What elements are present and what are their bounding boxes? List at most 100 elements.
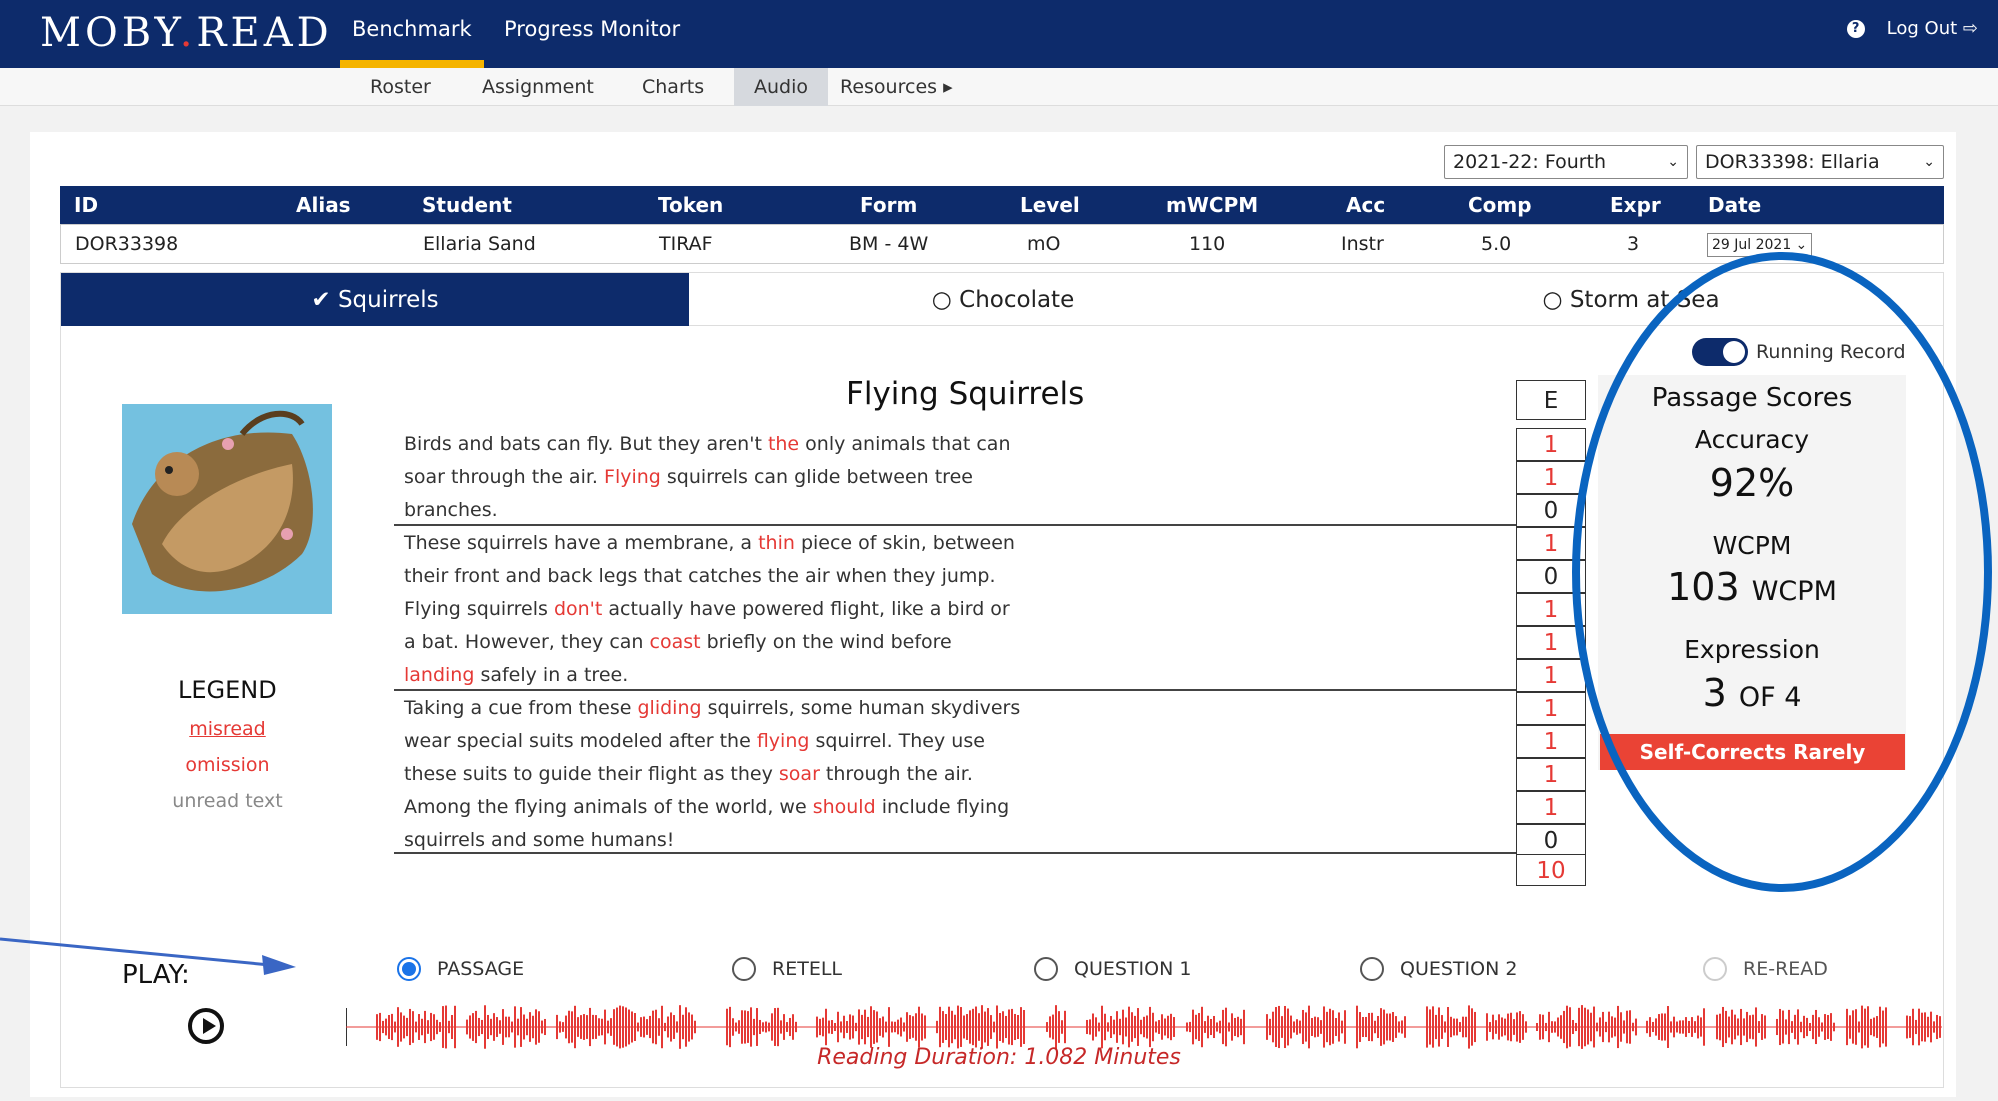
misread-word: don't [553,598,603,620]
passage-text-segment: Among the flying animals of the world, w… [404,796,813,818]
legend-unread: unread text [172,790,283,812]
tab-label: Chocolate [959,287,1075,313]
passage-text-segment: briefly on the wind before [700,631,952,653]
logout-icon: ⇨ [1962,18,1978,39]
col-acc[interactable]: Acc [1346,186,1385,224]
logout-button[interactable]: Log Out ⇨ [1887,18,1978,39]
col-comp[interactable]: Comp [1468,186,1532,224]
passage-text-segment: Taking a cue from these [404,697,638,719]
cell-level: mO [1027,233,1061,255]
subnav-audio[interactable]: Audio [734,68,829,106]
passage-text-segment: these suits to guide their flight as the… [404,763,779,785]
passage-text-segment: squirrels, some human skydivers [701,697,1021,719]
date-value: 29 Jul 2021 [1712,237,1792,253]
nav-benchmark[interactable]: Benchmark [340,0,484,68]
radio-question-2[interactable] [1360,957,1384,981]
student-select[interactable]: DOR33398: Ellaria Sand⌄ [1696,145,1944,205]
error-count-cell: 1 [1516,692,1586,725]
misread-word: gliding [637,697,702,719]
passage-text-segment: soar through the air. [404,466,605,488]
passage-line: Taking a cue from these gliding squirrel… [404,692,1064,725]
annotation-arrow [0,937,296,975]
grade-select[interactable]: 2021-22: Fourth Grade⌄ [1444,145,1688,205]
error-count-cell: 1 [1516,758,1586,791]
legend-omission: omission [185,754,270,776]
cell-mwcpm: 110 [1189,233,1226,255]
radio-retell[interactable] [732,957,756,981]
circle-icon: ○ [1542,287,1563,313]
col-student[interactable]: Student [422,186,512,224]
radio-re-read[interactable] [1703,957,1727,981]
moby-read-logo[interactable]: MOBY.READ [40,10,333,56]
radio-re-read-label: RE-READ [1743,958,1828,980]
passage-text-segment: wear special suits modeled after the [404,730,757,752]
legend-misread: misread [189,718,266,740]
legend-title: LEGEND [178,676,277,704]
col-date[interactable]: Date [1708,186,1761,224]
col-id[interactable]: ID [74,186,98,224]
subnav-resources[interactable]: Resources ▸ [820,68,973,106]
error-count-cell: 1 [1516,428,1586,461]
passage-text-segment: squirrels can glide between tree [660,466,973,488]
col-expr[interactable]: Expr [1610,186,1661,224]
col-mwcpm[interactable]: mWCPM [1166,186,1258,224]
chevron-down-icon: ⌄ [1923,154,1935,170]
error-count-cell: 1 [1516,461,1586,494]
misread-word: flying [756,730,810,752]
paragraph-divider [394,689,1534,691]
passage-line: These squirrels have a membrane, a thin … [404,527,1064,560]
radio-question-1[interactable] [1034,957,1058,981]
passage-line: soar through the air. Flying squirrels c… [404,461,1064,494]
subnav-roster[interactable]: Roster [350,68,451,106]
cell-student: Ellaria Sand [423,233,536,255]
cell-token: TIRAF [659,233,713,255]
passage-text-segment: Flying squirrels [404,598,554,620]
col-token[interactable]: Token [658,186,723,224]
sub-nav-bar: Roster Assignment Charts Audio Resources… [0,68,1998,106]
radio-retell-label: RETELL [772,958,842,980]
results-table-header: ID Alias Student Token Form Level mWCPM … [60,186,1944,224]
passage-line: wear special suits modeled after the fly… [404,725,1064,758]
subnav-charts[interactable]: Charts [622,68,724,106]
radio-passage-label: PASSAGE [437,958,525,980]
logo-text-left: MOBY [40,10,180,56]
tab-squirrels[interactable]: ✔ Squirrels [61,273,689,327]
col-level[interactable]: Level [1020,186,1080,224]
error-count-cell: 1 [1516,791,1586,824]
logo-dot: . [179,10,197,56]
cell-comp: 5.0 [1481,233,1512,255]
passage-text-segment: safely in a tree. [474,664,629,686]
passage-text-segment: actually have powered flight, like a bir… [602,598,1010,620]
passage-text-segment: Birds and bats can fly. But they aren't [404,433,768,455]
top-nav-bar: MOBY.READ Benchmark Progress Monitor ? L… [0,0,1998,68]
passage-text-segment: a bat. However, they can [404,631,650,653]
play-icon[interactable] [188,1008,224,1044]
nav-progress-monitor[interactable]: Progress Monitor [492,0,692,68]
logo-text-right: READ [196,10,333,56]
error-count-cell: 1 [1516,725,1586,758]
table-row[interactable]: DOR33398 Ellaria Sand TIRAF BM - 4W mO 1… [60,224,1944,264]
col-alias[interactable]: Alias [296,186,351,224]
help-icon[interactable]: ? [1846,19,1865,38]
passage-text-segment: branches. [404,499,498,521]
passage-text-segment: through the air. [819,763,973,785]
passage-text-segment: These squirrels have a membrane, a [404,532,759,554]
passage-line: Among the flying animals of the world, w… [404,791,1064,824]
passage-text-segment: only animals that can [799,433,1011,455]
radio-question-1-label: QUESTION 1 [1074,958,1192,980]
radio-passage[interactable] [397,957,421,981]
subnav-assignment[interactable]: Assignment [462,68,614,106]
col-form[interactable]: Form [860,186,917,224]
tab-chocolate[interactable]: ○ Chocolate [689,273,1317,327]
passage-line: their front and back legs that catches t… [404,560,1064,593]
passage-text-segment: piece of skin, between [794,532,1015,554]
passage-text-segment: squirrel. They use [809,730,985,752]
misread-word: should [812,796,876,818]
misread-word: soar [778,763,820,785]
passage-line: Birds and bats can fly. But they aren't … [404,428,1064,461]
check-circle-icon: ✔ [311,287,331,313]
paragraph-divider [394,852,1534,854]
cell-form: BM - 4W [849,233,929,255]
logout-label: Log Out [1886,18,1958,39]
audio-waveform[interactable] [346,1004,1942,1050]
